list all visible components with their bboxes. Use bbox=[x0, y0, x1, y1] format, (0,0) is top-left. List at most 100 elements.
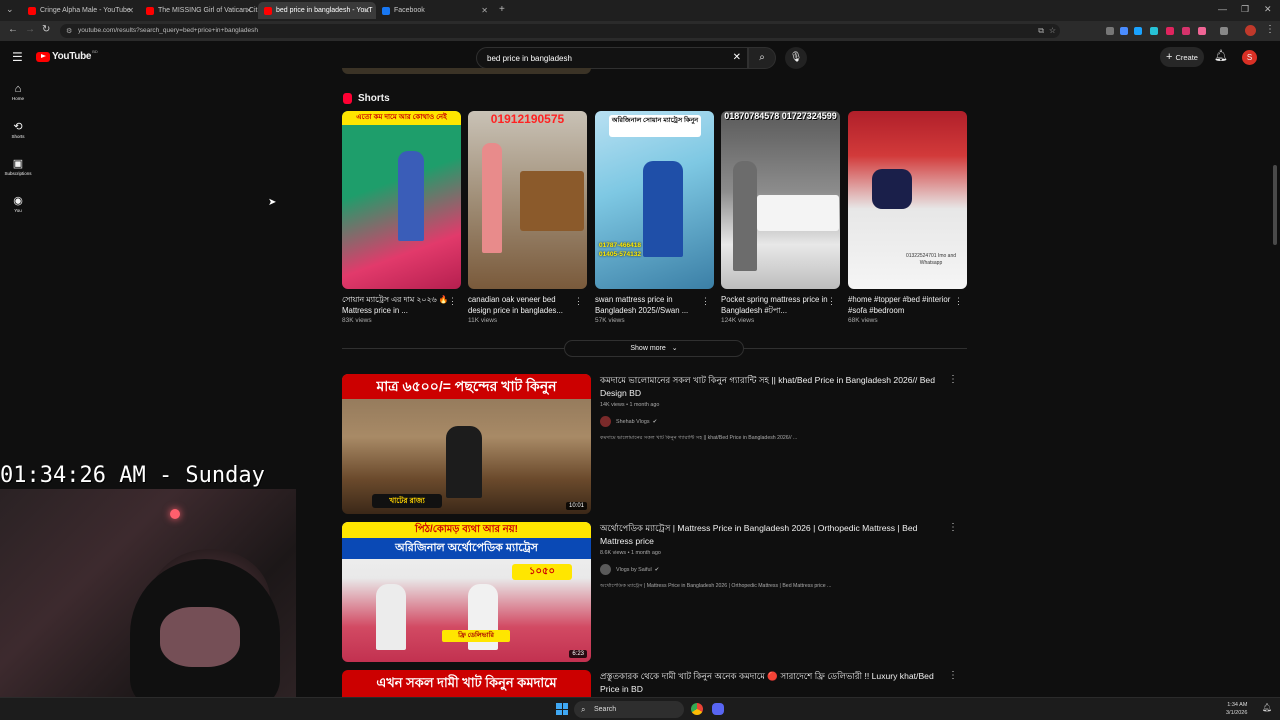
youtube-favicon-icon bbox=[264, 6, 272, 15]
short-thumbnail[interactable]: 01912190575 bbox=[468, 111, 587, 289]
tab-1[interactable]: The MISSING Girl of Vatican Cit ✕ bbox=[140, 2, 258, 19]
notification-center-icon[interactable]: 🔔︎ bbox=[1262, 703, 1272, 712]
channel-avatar[interactable] bbox=[600, 564, 611, 575]
video-thumbnail[interactable]: পিঠ/কোমড় ব্যথা আর নয়! অরিজিনাল অর্থোপে… bbox=[342, 522, 591, 662]
short-item[interactable]: 01912190575 canadian oak veneer bed desi… bbox=[468, 111, 587, 324]
more-options-icon[interactable]: ⋮ bbox=[701, 296, 710, 307]
extensions-puzzle-icon[interactable] bbox=[1220, 27, 1228, 35]
extension-icon[interactable] bbox=[1120, 27, 1128, 35]
extension-icon[interactable] bbox=[1198, 27, 1206, 35]
more-options-icon[interactable]: ⋮ bbox=[954, 296, 963, 307]
search-button[interactable]: ⌕ bbox=[748, 47, 776, 69]
install-app-icon[interactable]: ⧉ bbox=[1038, 26, 1044, 36]
maximize-icon[interactable]: ❐ bbox=[1241, 4, 1249, 15]
thumbnail-tag-text: ফ্রি ডেলিভারি bbox=[442, 630, 510, 642]
url-field[interactable]: ⚙ youtube.com/results?search_query=bed+p… bbox=[60, 24, 1060, 38]
account-avatar[interactable]: S bbox=[1242, 50, 1257, 65]
forward-icon[interactable]: → bbox=[25, 24, 35, 35]
reload-icon[interactable]: ↻ bbox=[42, 24, 50, 35]
short-thumbnail[interactable]: 01322524701 Imo and Whatsapp bbox=[848, 111, 967, 289]
short-item[interactable]: অরিজিনাল সোয়ান ম্যাট্রেস কিনুন 01787-46… bbox=[595, 111, 714, 324]
browser-tab-bar: ⌄ Cringe Alpha Male - YouTube ✕ The MISS… bbox=[0, 0, 1280, 21]
short-thumbnail[interactable]: এতো কম দামে আর কোথাও নেই bbox=[342, 111, 461, 289]
close-window-icon[interactable]: ✕ bbox=[1264, 4, 1272, 15]
close-tab-icon[interactable]: ✕ bbox=[363, 6, 370, 15]
extension-icon[interactable] bbox=[1134, 27, 1142, 35]
sidebar-item-shorts[interactable]: ⟲ Shorts bbox=[0, 120, 36, 139]
sidebar-item-home[interactable]: ⌂ Home bbox=[0, 83, 36, 101]
video-result[interactable]: এখন সকল দামী খাট কিনুন কমদামে প্রস্তুতকা… bbox=[342, 670, 962, 697]
create-button[interactable]: + Create bbox=[1160, 47, 1204, 67]
taskbar-time: 1:34 AM bbox=[1227, 702, 1248, 708]
shorts-logo-icon bbox=[343, 93, 352, 104]
extension-icon[interactable] bbox=[1182, 27, 1190, 35]
page-scrollbar-thumb[interactable] bbox=[1273, 165, 1277, 245]
short-item[interactable]: 01322524701 Imo and Whatsapp #home #topp… bbox=[848, 111, 967, 324]
close-tab-icon[interactable]: ✕ bbox=[481, 6, 488, 15]
profile-avatar-icon[interactable] bbox=[1245, 25, 1256, 36]
more-options-icon[interactable]: ⋮ bbox=[448, 296, 457, 307]
clear-search-icon[interactable]: ✕ bbox=[733, 52, 741, 63]
channel-name[interactable]: Vlogs by Saiful bbox=[616, 567, 652, 573]
site-info-icon[interactable]: ⚙ bbox=[66, 27, 72, 35]
tab-search-icon[interactable]: ⌄ bbox=[6, 4, 14, 15]
video-result[interactable]: মাত্র ৬৫০০/= পছন্দের খাট কিনুন খাটের রাজ… bbox=[342, 374, 962, 514]
extension-icon[interactable] bbox=[1106, 27, 1114, 35]
voice-search-button[interactable]: 🎙︎ bbox=[785, 47, 807, 69]
short-item[interactable]: 01870784578 01727324599 Pocket spring ma… bbox=[721, 111, 840, 324]
sidebar-item-subscriptions[interactable]: ▣ Subscriptions bbox=[0, 157, 36, 176]
taskbar-clock[interactable]: 1:34 AM 3/1/2026 bbox=[1226, 701, 1247, 717]
short-thumbnail[interactable]: অরিজিনাল সোয়ান ম্যাট্রেস কিনুন 01787-46… bbox=[595, 111, 714, 289]
person-figure bbox=[446, 426, 482, 498]
short-title[interactable]: #home #topper #bed #interior #sofa #bedr… bbox=[848, 294, 967, 316]
video-thumbnail[interactable]: মাত্র ৬৫০০/= পছন্দের খাট কিনুন খাটের রাজ… bbox=[342, 374, 591, 514]
tab-3[interactable]: Facebook ✕ bbox=[376, 2, 494, 19]
short-title[interactable]: swan mattress price in Bangladesh 2025//… bbox=[595, 294, 714, 316]
video-result[interactable]: পিঠ/কোমড় ব্যথা আর নয়! অরিজিনাল অর্থোপে… bbox=[342, 522, 962, 662]
tab-title: Cringe Alpha Male - YouTube bbox=[40, 7, 131, 14]
extension-icon[interactable] bbox=[1150, 27, 1158, 35]
video-title[interactable]: প্রস্তুতকারক থেকে দামী খাট কিনুন অনেক কম… bbox=[600, 670, 950, 696]
channel-row[interactable]: Vlogs by Saiful ✔ bbox=[600, 564, 950, 575]
short-title[interactable]: সোয়ান ম্যাট্রেস এর দাম ২০২৬ 🔥 Mattress … bbox=[342, 294, 461, 316]
taskbar-search[interactable]: ⌕ Search bbox=[574, 701, 684, 718]
notifications-bell-icon[interactable]: 🔔︎ bbox=[1214, 49, 1228, 62]
more-options-icon[interactable]: ⋮ bbox=[948, 670, 958, 681]
channel-name[interactable]: Shehab Vlogs bbox=[616, 419, 650, 425]
bookmark-star-icon[interactable]: ☆ bbox=[1049, 26, 1056, 35]
browser-menu-icon[interactable]: ⋮ bbox=[1265, 24, 1275, 35]
more-options-icon[interactable]: ⋮ bbox=[827, 296, 836, 307]
windows-start-icon[interactable] bbox=[556, 703, 568, 715]
webcam-face bbox=[160, 607, 240, 667]
tab-0[interactable]: Cringe Alpha Male - YouTube ✕ bbox=[22, 2, 140, 19]
minimize-icon[interactable]: — bbox=[1218, 4, 1227, 14]
close-tab-icon[interactable]: ✕ bbox=[127, 6, 134, 15]
youtube-logo[interactable]: YouTube BD bbox=[36, 49, 98, 62]
video-title[interactable]: কমদামে ভালোমানের সকল খাট কিনুন গ্যারান্ট… bbox=[600, 374, 950, 400]
short-title[interactable]: Pocket spring mattress price in Banglade… bbox=[721, 294, 840, 316]
short-title[interactable]: canadian oak veneer bed design price in … bbox=[468, 294, 587, 316]
close-tab-icon[interactable]: ✕ bbox=[245, 6, 252, 15]
discord-taskbar-icon[interactable] bbox=[712, 703, 724, 715]
short-item[interactable]: এতো কম দামে আর কোথাও নেই সোয়ান ম্যাট্রে… bbox=[342, 111, 461, 324]
channel-avatar[interactable] bbox=[600, 416, 611, 427]
hamburger-menu-icon[interactable]: ☰ bbox=[12, 50, 23, 64]
extension-icon[interactable] bbox=[1166, 27, 1174, 35]
show-more-button[interactable]: Show more ⌄ bbox=[564, 340, 744, 357]
channel-row[interactable]: Shehab Vlogs ✔ bbox=[600, 416, 950, 427]
tab-2-active[interactable]: bed price in bangladesh - YouT ✕ bbox=[258, 2, 376, 19]
sidebar-item-you[interactable]: ◉ You bbox=[0, 194, 36, 213]
search-input[interactable]: bed price in bangladesh ✕ bbox=[476, 47, 748, 69]
short-thumbnail[interactable]: 01870784578 01727324599 bbox=[721, 111, 840, 289]
chrome-taskbar-icon[interactable] bbox=[691, 703, 703, 715]
video-info: কমদামে ভালোমানের সকল খাট কিনুন গ্যারান্ট… bbox=[600, 374, 950, 443]
back-icon[interactable]: ← bbox=[8, 24, 18, 35]
video-thumbnail[interactable]: এখন সকল দামী খাট কিনুন কমদামে bbox=[342, 670, 591, 697]
url-text: youtube.com/results?search_query=bed+pri… bbox=[78, 27, 258, 34]
more-options-icon[interactable]: ⋮ bbox=[948, 374, 958, 385]
more-options-icon[interactable]: ⋮ bbox=[948, 522, 958, 533]
more-options-icon[interactable]: ⋮ bbox=[574, 296, 583, 307]
new-tab-icon[interactable]: + bbox=[499, 4, 505, 15]
previous-result-thumbnail[interactable] bbox=[342, 68, 591, 74]
video-title[interactable]: অর্থোপেডিক ম্যাট্রেস | Mattress Price in… bbox=[600, 522, 950, 548]
